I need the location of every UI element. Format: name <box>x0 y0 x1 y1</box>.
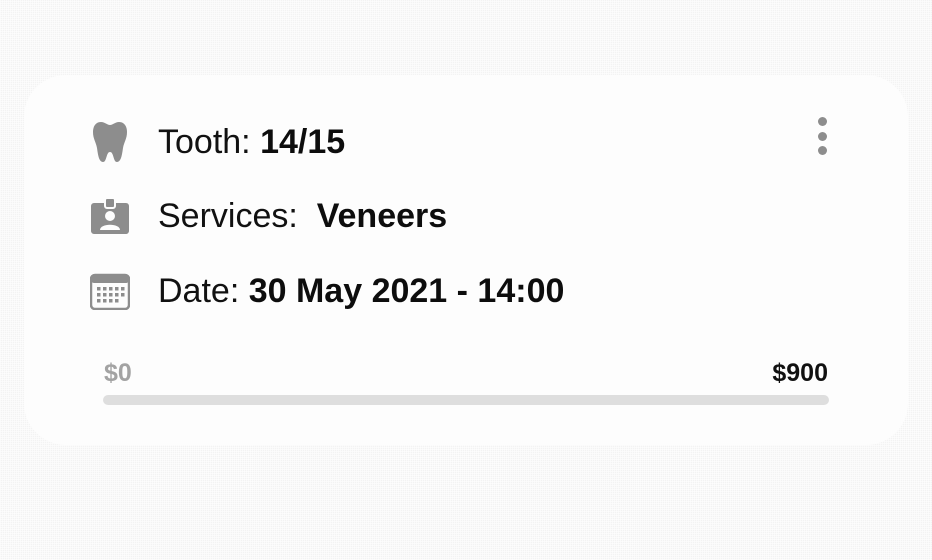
services-row: Services: Veneers <box>88 193 447 239</box>
price-progress-bar <box>103 395 829 405</box>
services-label: Services: <box>158 196 317 235</box>
price-max-label: $900 <box>772 359 828 387</box>
calendar-icon <box>88 269 132 313</box>
more-options-button[interactable] <box>812 113 832 159</box>
more-vertical-icon <box>817 117 827 126</box>
tooth-row: Tooth: 14/15 <box>88 119 345 165</box>
date-label: Date: <box>158 271 249 310</box>
more-vertical-icon-dot <box>817 146 827 155</box>
more-vertical-icon-dot <box>817 131 827 141</box>
services-value: Veneers <box>316 196 448 235</box>
tooth-icon <box>88 120 132 164</box>
date-row: Date: 30 May 2021 - 14:00 <box>88 268 564 314</box>
id-badge-icon <box>88 194 132 238</box>
date-value: 30 May 2021 - 14:00 <box>248 271 565 310</box>
tooth-label: Tooth: <box>158 122 261 161</box>
appointment-card: Tooth: 14/15 Services: Veneers Date: 30 … <box>24 75 908 445</box>
price-min-label: $0 <box>104 359 132 387</box>
tooth-value: 14/15 <box>260 122 346 161</box>
